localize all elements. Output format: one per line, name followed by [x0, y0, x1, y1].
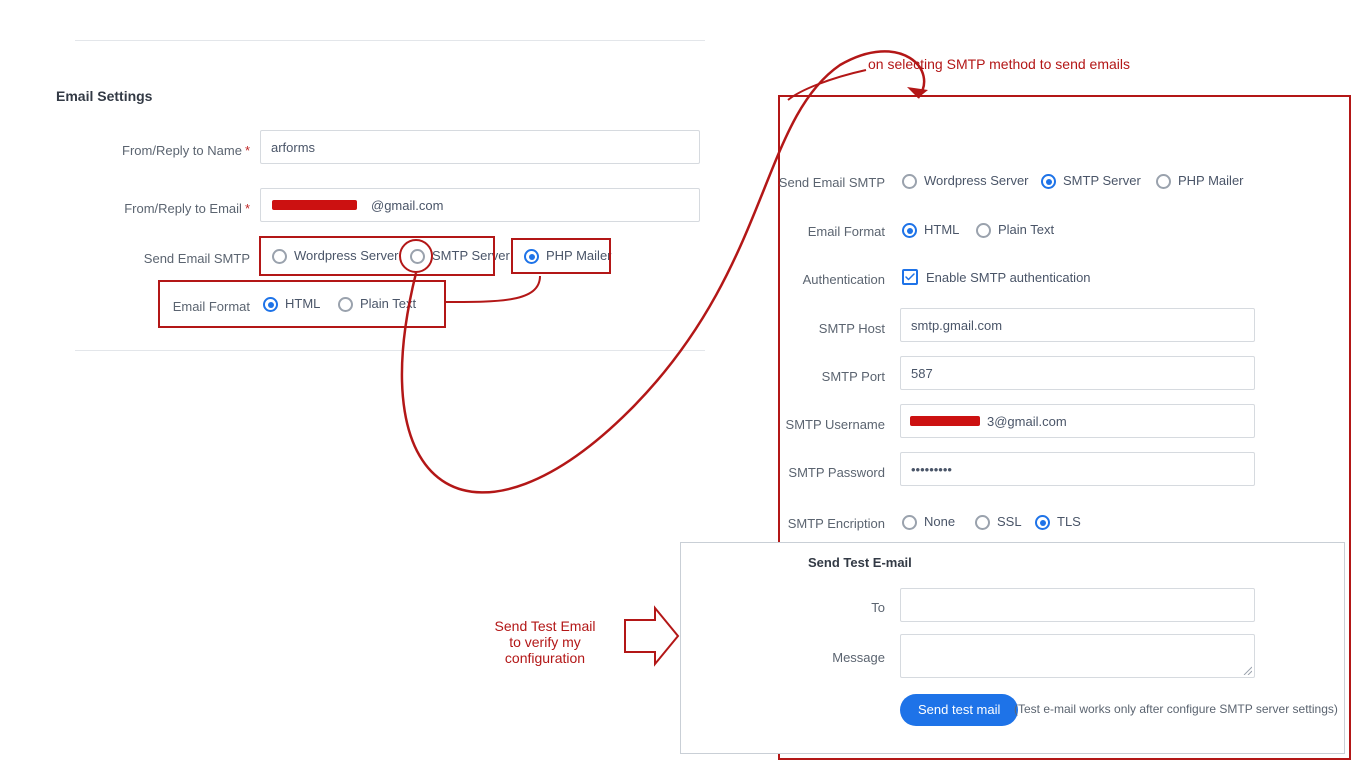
- from-email-label: From/Reply to Email*: [95, 201, 250, 216]
- radio-ssl-label: SSL: [997, 514, 1022, 529]
- divider-bottom: [75, 350, 705, 351]
- smtp-host-input[interactable]: smtp.gmail.com: [900, 308, 1255, 342]
- radio-html-right[interactable]: [902, 223, 917, 238]
- from-name-label: From/Reply to Name*: [95, 143, 250, 158]
- email-format-label-right: Email Format: [730, 224, 885, 239]
- radio-none[interactable]: [902, 515, 917, 530]
- redaction-smtp-user: [910, 416, 980, 426]
- annotation-box-email-format: [158, 280, 446, 328]
- from-name-input[interactable]: arforms: [260, 130, 700, 164]
- radio-ssl[interactable]: [975, 515, 990, 530]
- radio-plain-label-right: Plain Text: [998, 222, 1054, 237]
- radio-smtp-label-right: SMTP Server: [1063, 173, 1141, 188]
- annotation-box-php: [511, 238, 611, 274]
- annotation-block-arrow: [625, 608, 678, 664]
- radio-wordpress-label-right: Wordpress Server: [924, 173, 1029, 188]
- auth-checkbox-label: Enable SMTP authentication: [926, 270, 1091, 285]
- send-smtp-label-left: Send Email SMTP: [95, 251, 250, 266]
- annotation-box-smtp-left: [259, 236, 495, 276]
- smtp-user-label: SMTP Username: [730, 417, 885, 432]
- resize-grip-icon: [1242, 665, 1252, 675]
- radio-plain-right[interactable]: [976, 223, 991, 238]
- smtp-pass-label: SMTP Password: [730, 465, 885, 480]
- radio-none-label: None: [924, 514, 955, 529]
- check-icon: [904, 271, 916, 283]
- radio-php-right[interactable]: [1156, 174, 1171, 189]
- annotation-left-text: Send Test Email to verify my configurati…: [470, 618, 620, 666]
- section-title: Email Settings: [56, 88, 152, 104]
- send-test-hint: (Test e-mail works only after configure …: [1014, 702, 1338, 716]
- annotation-top-text: on selecting SMTP method to send emails: [868, 56, 1130, 72]
- message-label: Message: [730, 650, 885, 665]
- message-textarea[interactable]: [900, 634, 1255, 678]
- annotation-circle-smtp: [399, 239, 433, 273]
- radio-tls-label: TLS: [1057, 514, 1081, 529]
- smtp-port-input[interactable]: 587: [900, 356, 1255, 390]
- divider-top: [75, 40, 705, 41]
- send-smtp-label-right: Send Email SMTP: [730, 175, 885, 190]
- radio-tls[interactable]: [1035, 515, 1050, 530]
- radio-php-label-right: PHP Mailer: [1178, 173, 1244, 188]
- radio-html-label-right: HTML: [924, 222, 959, 237]
- annotation-connector-1: [446, 276, 540, 302]
- smtp-port-label: SMTP Port: [730, 369, 885, 384]
- redaction-from-email: [272, 200, 357, 210]
- radio-smtp-right[interactable]: [1041, 174, 1056, 189]
- send-test-title: Send Test E-mail: [808, 555, 912, 570]
- auth-checkbox[interactable]: [902, 269, 918, 285]
- send-test-button[interactable]: Send test mail: [900, 694, 1018, 726]
- smtp-pass-input[interactable]: •••••••••: [900, 452, 1255, 486]
- to-input[interactable]: [900, 588, 1255, 622]
- smtp-host-label: SMTP Host: [730, 321, 885, 336]
- auth-label: Authentication: [730, 272, 885, 287]
- radio-wordpress-right[interactable]: [902, 174, 917, 189]
- smtp-enc-label: SMTP Encription: [730, 516, 885, 531]
- to-label: To: [730, 600, 885, 615]
